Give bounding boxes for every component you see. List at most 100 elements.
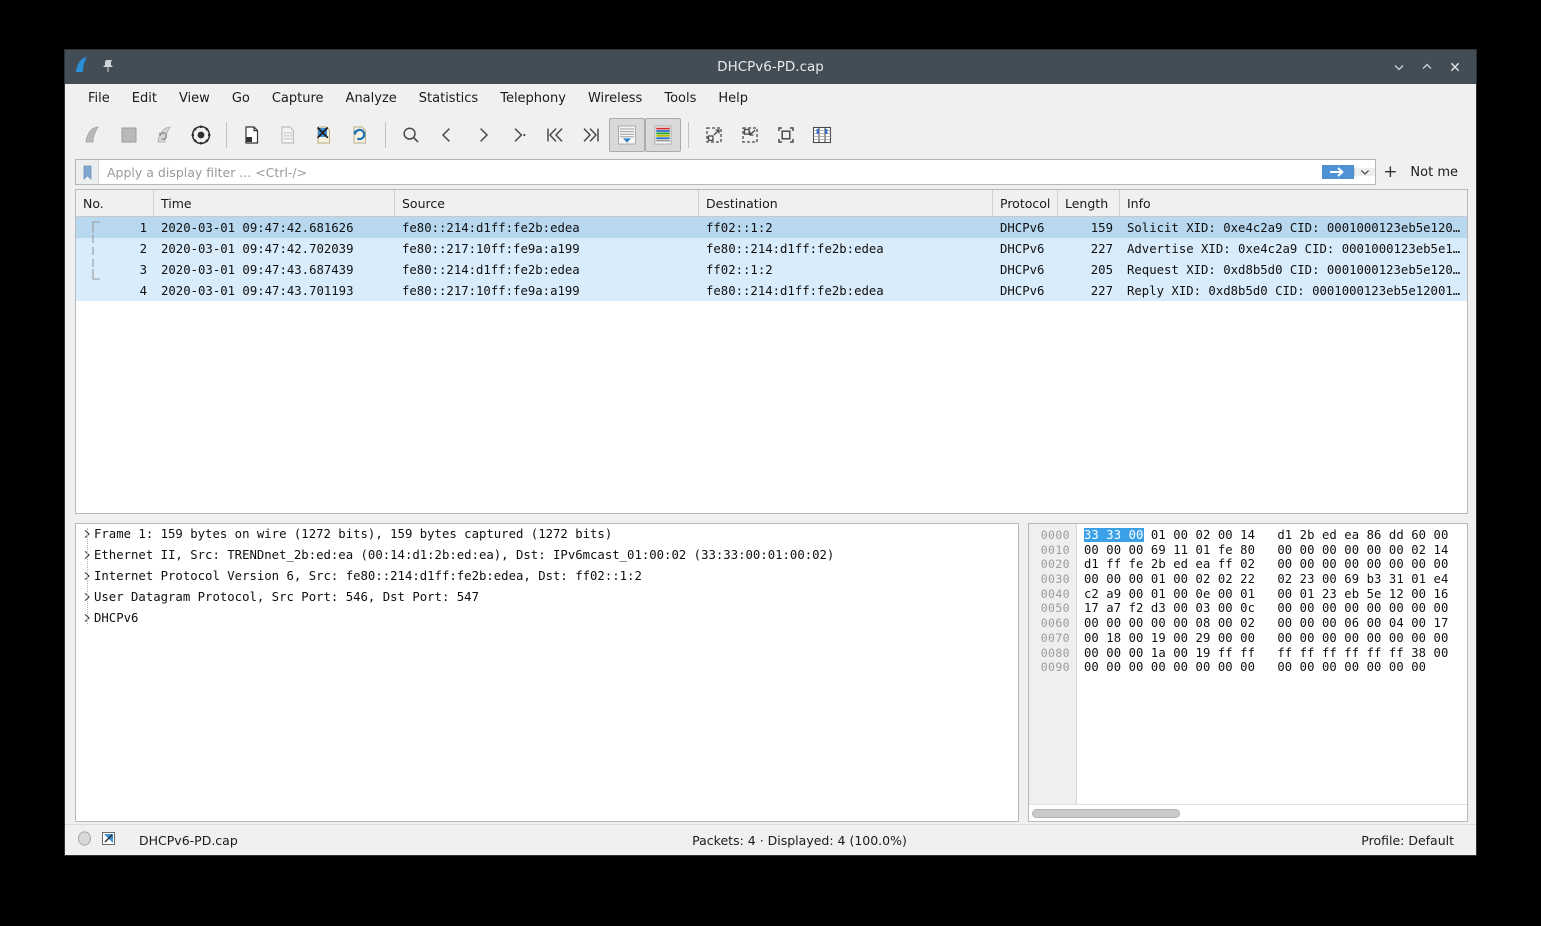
main-toolbar [65, 113, 1476, 157]
minimize-icon[interactable] [1386, 54, 1412, 80]
menu-view[interactable]: View [168, 88, 221, 109]
column-header-no[interactable]: No. [76, 190, 154, 216]
zoom-out-icon[interactable] [732, 118, 768, 152]
tree-guide-line [87, 528, 88, 624]
detail-row-udp[interactable]: User Datagram Protocol, Src Port: 546, D… [76, 586, 1018, 607]
table-row[interactable]: 2 2020-03-01 09:47:42.702039 fe80::217:1… [76, 238, 1467, 259]
add-filter-button[interactable]: + [1376, 159, 1404, 185]
hex-row[interactable]: 00 18 00 19 00 29 00 00 00 00 00 00 00 0… [1084, 631, 1467, 646]
table-row[interactable]: 3 2020-03-01 09:47:43.687439 fe80::214:d… [76, 259, 1467, 280]
bytes-horizontal-scrollbar[interactable] [1029, 804, 1467, 821]
start-capture-icon[interactable] [75, 118, 111, 152]
filter-toolbar-not-me-button[interactable]: Not me [1404, 159, 1468, 185]
menu-tools[interactable]: Tools [653, 88, 707, 109]
display-filter-input[interactable]: Apply a display filter ... <Ctrl-/> [99, 165, 1322, 180]
expert-info-icon[interactable] [77, 831, 92, 849]
find-packet-icon[interactable] [393, 118, 429, 152]
go-to-first-packet-icon[interactable] [537, 118, 573, 152]
zoom-reset-icon[interactable] [768, 118, 804, 152]
go-to-packet-icon[interactable] [501, 118, 537, 152]
bookmark-icon[interactable] [76, 160, 99, 184]
capture-options-icon[interactable] [183, 118, 219, 152]
hex-row[interactable]: 00 00 00 00 00 08 00 02 00 00 00 06 00 0… [1084, 616, 1467, 631]
detail-row-ipv6[interactable]: Internet Protocol Version 6, Src: fe80::… [76, 566, 1018, 587]
hex-row[interactable]: d1 ff fe 2b ed ea ff 02 00 00 00 00 00 0… [1084, 557, 1467, 572]
statusbar-profile[interactable]: Profile: Default [1361, 833, 1464, 848]
scrollbar-thumb[interactable] [1032, 808, 1180, 818]
hex-left: c2 a9 00 01 00 0e 00 01 [1084, 586, 1256, 601]
open-file-icon[interactable] [234, 118, 270, 152]
stop-capture-icon[interactable] [111, 118, 147, 152]
column-header-source[interactable]: Source [395, 190, 699, 216]
menu-help[interactable]: Help [707, 88, 759, 109]
hex-row[interactable]: 33 33 00 01 00 02 00 14 d1 2b ed ea 86 d… [1084, 528, 1467, 543]
byte-offset: 0090 [1040, 660, 1070, 675]
go-forward-icon[interactable] [465, 118, 501, 152]
detail-label-ethernet: Ethernet II, Src: TRENDnet_2b:ed:ea (00:… [94, 548, 835, 563]
pin-window-icon[interactable] [101, 58, 115, 77]
colorize-packets-icon[interactable] [645, 118, 681, 152]
hex-row[interactable]: 00 00 00 1a 00 19 ff ff ff ff ff ff ff f… [1084, 646, 1467, 661]
close-icon[interactable] [1442, 54, 1468, 80]
cell-protocol: DHCPv6 [1000, 262, 1045, 277]
column-header-info[interactable]: Info [1120, 190, 1466, 216]
menu-capture[interactable]: Capture [261, 88, 335, 109]
auto-scroll-icon[interactable] [609, 118, 645, 152]
hex-left: d1 ff fe 2b ed ea ff 02 [1084, 557, 1256, 572]
reload-file-icon[interactable] [342, 118, 378, 152]
packet-list-body[interactable]: 1 2020-03-01 09:47:42.681626 fe80::214:d… [76, 217, 1467, 513]
hex-row[interactable]: 17 a7 f2 d3 00 03 00 0c 00 00 00 00 00 0… [1084, 601, 1467, 616]
statusbar: DHCPv6-PD.cap Packets: 4 · Displayed: 4 … [65, 824, 1476, 855]
maximize-icon[interactable] [1414, 54, 1440, 80]
byte-offset: 0010 [1040, 542, 1070, 557]
statusbar-file-label: DHCPv6-PD.cap [139, 832, 238, 848]
hex-bytes-column[interactable]: 33 33 00 01 00 02 00 14 d1 2b ed ea 86 d… [1077, 524, 1467, 804]
menu-wireless[interactable]: Wireless [577, 88, 653, 109]
column-header-destination[interactable]: Destination [699, 190, 993, 216]
table-row[interactable]: 1 2020-03-01 09:47:42.681626 fe80::214:d… [76, 217, 1467, 238]
cell-source: fe80::214:d1ff:fe2b:edea [402, 220, 580, 235]
byte-offset: 0080 [1040, 645, 1070, 660]
hex-row[interactable]: 00 00 00 00 00 00 00 00 00 00 00 00 00 0… [1084, 660, 1467, 675]
capture-comment-icon[interactable] [101, 831, 116, 849]
packet-detail-pane[interactable]: Frame 1: 159 bytes on wire (1272 bits), … [75, 523, 1019, 822]
cell-length: 227 [1090, 283, 1113, 298]
hex-row[interactable]: 00 00 00 69 11 01 fe 80 00 00 00 00 00 0… [1084, 543, 1467, 558]
go-to-last-packet-icon[interactable] [573, 118, 609, 152]
display-filter-container[interactable]: Apply a display filter ... <Ctrl-/> [75, 159, 1377, 185]
packet-list-pane[interactable]: No. Time Source Destination Protocol Len… [75, 189, 1468, 514]
hex-row[interactable]: c2 a9 00 01 00 0e 00 01 00 01 23 eb 5e 1… [1084, 587, 1467, 602]
hex-row[interactable]: 00 00 00 01 00 02 02 22 02 23 00 69 b3 3… [1084, 572, 1467, 587]
menu-statistics[interactable]: Statistics [408, 88, 489, 109]
hex-left: 00 00 00 00 00 08 00 02 [1084, 616, 1256, 631]
menu-telephony[interactable]: Telephony [489, 88, 577, 109]
menu-edit[interactable]: Edit [121, 88, 168, 109]
apply-filter-arrow-icon[interactable] [1322, 165, 1355, 179]
chevron-down-icon[interactable] [1354, 168, 1376, 176]
cell-time: 2020-03-01 09:47:42.681626 [161, 220, 354, 235]
packet-list-header: No. Time Source Destination Protocol Len… [76, 190, 1467, 217]
close-file-icon[interactable] [306, 118, 342, 152]
display-filter-bar: Apply a display filter ... <Ctrl-/> + No… [75, 159, 1468, 185]
cell-info: Advertise XID: 0xe4c2a9 CID: 0001000123e… [1127, 241, 1461, 256]
column-header-time[interactable]: Time [154, 190, 395, 216]
column-header-length[interactable]: Length [1058, 190, 1120, 216]
resize-columns-icon[interactable] [804, 118, 840, 152]
hex-left: 01 00 02 00 14 [1143, 528, 1256, 542]
cell-destination: fe80::214:d1ff:fe2b:edea [706, 283, 884, 298]
detail-row-frame[interactable]: Frame 1: 159 bytes on wire (1272 bits), … [76, 524, 1018, 545]
restart-capture-icon[interactable] [147, 118, 183, 152]
menu-go[interactable]: Go [221, 88, 261, 109]
menu-file[interactable]: File [77, 88, 121, 109]
packet-bytes-pane[interactable]: 0000 0010 0020 0030 0040 0050 0060 0070 … [1028, 523, 1468, 822]
table-row[interactable]: 4 2020-03-01 09:47:43.701193 fe80::217:1… [76, 280, 1467, 301]
hex-right: 00 00 00 00 00 00 00 00 [1255, 601, 1449, 616]
pane-splitter[interactable] [75, 514, 1468, 523]
zoom-in-icon[interactable] [696, 118, 732, 152]
menu-analyze[interactable]: Analyze [335, 88, 408, 109]
column-header-protocol[interactable]: Protocol [993, 190, 1058, 216]
detail-row-ethernet[interactable]: Ethernet II, Src: TRENDnet_2b:ed:ea (00:… [76, 545, 1018, 566]
detail-row-dhcpv6[interactable]: DHCPv6 [76, 607, 1018, 628]
go-back-icon[interactable] [429, 118, 465, 152]
save-file-icon[interactable] [270, 118, 306, 152]
